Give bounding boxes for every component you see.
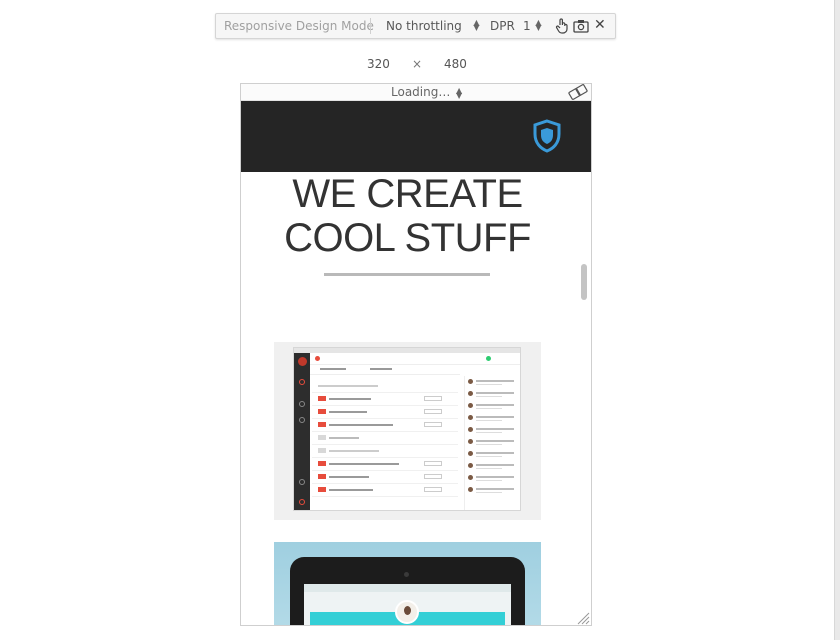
- resize-grip-icon[interactable]: [576, 612, 590, 625]
- mockup-nav-dot: [299, 417, 305, 423]
- throttling-arrows-icon[interactable]: ▲ ▼: [473, 19, 480, 32]
- mockup-row: [312, 419, 458, 432]
- mockup-row: [312, 406, 458, 419]
- window-scrollbar[interactable]: [834, 0, 840, 640]
- tablet-status-bar: [304, 584, 511, 592]
- mockup-row: [312, 445, 458, 458]
- mockup-nav-dot: [299, 379, 305, 385]
- dpr-label: DPR: [490, 19, 515, 33]
- device-bar: Loading… ▲ ▼: [241, 84, 591, 101]
- mockup-nav-dot: [299, 479, 305, 485]
- camera-icon[interactable]: [573, 19, 589, 33]
- device-viewport: Loading… ▲ ▼ WE CREATE COOL STUFF: [240, 83, 592, 626]
- tablet-mockup: [290, 557, 525, 625]
- responsive-mode-label: Responsive Design Mode: [224, 19, 374, 33]
- mockup-row: [312, 484, 458, 497]
- dimension-separator: ×: [412, 57, 423, 71]
- shield-icon[interactable]: [533, 119, 561, 153]
- mockup-row: [312, 380, 458, 393]
- mockup-online-dot: [486, 356, 491, 361]
- hero-line-2: COOL STUFF: [284, 216, 531, 260]
- mockup-chat-panel: [464, 376, 521, 510]
- mockup-task-list: [312, 380, 458, 497]
- mockup-nav-dot: [299, 499, 305, 505]
- mockup-avatar: [298, 357, 307, 366]
- mockup-tabs: [310, 365, 460, 375]
- viewport-height[interactable]: 480: [444, 57, 467, 71]
- mockup-topbar: [310, 353, 520, 365]
- tablet-camera: [404, 572, 409, 577]
- mockup-nav-dot: [299, 401, 305, 407]
- mockup-sidebar: [294, 353, 310, 510]
- mockup-badge: [315, 356, 320, 361]
- responsive-toolbar: Responsive Design Mode No throttling ▲ ▼ …: [215, 13, 616, 39]
- mockup-row: [312, 432, 458, 445]
- dpr-select[interactable]: 1: [523, 19, 531, 33]
- mockup-row: [312, 393, 458, 406]
- dpr-arrows-icon[interactable]: ▲ ▼: [535, 19, 542, 32]
- touch-icon[interactable]: [555, 18, 569, 34]
- tablet-avatar: [395, 600, 419, 624]
- hero-title: WE CREATE COOL STUFF: [241, 172, 574, 260]
- hero-line-1: WE CREATE: [292, 172, 523, 216]
- device-select[interactable]: Loading…: [391, 85, 450, 99]
- page-scrollbar-thumb[interactable]: [581, 264, 587, 300]
- app-window-mockup: [293, 347, 521, 511]
- portfolio-image-app[interactable]: [274, 342, 541, 520]
- tablet-screen: [304, 584, 511, 625]
- hero-divider: [324, 273, 490, 276]
- device-select-arrows-icon[interactable]: ▲ ▼: [456, 87, 462, 100]
- throttling-select[interactable]: No throttling: [386, 19, 462, 33]
- portfolio-image-tablet[interactable]: [274, 542, 541, 625]
- rotate-icon[interactable]: [568, 84, 588, 100]
- mockup-row: [312, 471, 458, 484]
- close-icon[interactable]: ✕: [594, 18, 606, 32]
- toolbar-divider: [370, 18, 371, 34]
- viewport-width[interactable]: 320: [367, 57, 390, 71]
- site-header: [241, 101, 591, 172]
- mockup-row: [312, 458, 458, 471]
